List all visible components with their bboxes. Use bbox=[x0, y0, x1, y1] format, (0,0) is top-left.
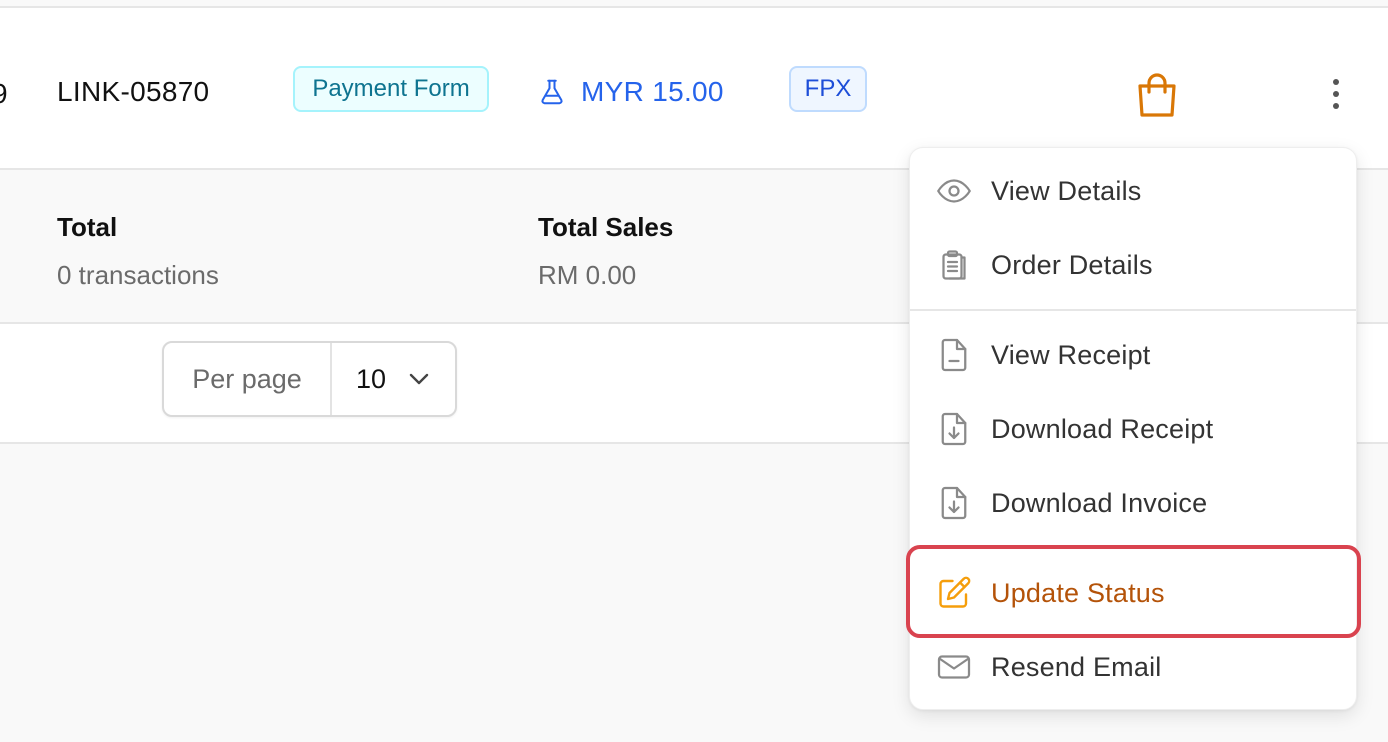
menu-divider bbox=[910, 309, 1356, 311]
file-text-icon bbox=[934, 335, 974, 375]
menu-item-resend-email[interactable]: Resend Email bbox=[910, 637, 1356, 697]
shopping-bag-icon bbox=[1138, 73, 1176, 117]
menu-item-download-receipt[interactable]: Download Receipt bbox=[910, 399, 1356, 459]
clipboard-list-icon bbox=[934, 245, 974, 285]
file-download-icon bbox=[934, 409, 974, 449]
type-badge: Payment Form bbox=[293, 66, 489, 112]
menu-item-view-receipt[interactable]: View Receipt bbox=[910, 325, 1356, 385]
menu-item-label: View Receipt bbox=[991, 339, 1151, 370]
menu-item-order-details[interactable]: Order Details bbox=[910, 235, 1356, 295]
per-page-value: 10 bbox=[356, 363, 387, 394]
eye-icon bbox=[934, 171, 974, 211]
total-value: 0 transactions bbox=[57, 260, 219, 290]
menu-item-label: View Details bbox=[991, 175, 1142, 206]
envelope-icon bbox=[934, 647, 974, 687]
menu-item-label: Download Invoice bbox=[991, 487, 1208, 518]
link-id: LINK-05870 bbox=[57, 76, 210, 107]
per-page-control: Per page 10 bbox=[162, 341, 457, 417]
amount-cell: MYR 15.00 bbox=[537, 72, 724, 112]
total-sales-label: Total Sales bbox=[538, 212, 674, 242]
per-page-select[interactable]: 10 bbox=[332, 343, 455, 415]
per-page-label: Per page bbox=[164, 343, 332, 415]
file-download-icon bbox=[934, 483, 974, 523]
menu-item-label: Download Receipt bbox=[991, 413, 1214, 444]
row-actions-kebab-icon[interactable] bbox=[1322, 74, 1350, 114]
flask-icon bbox=[541, 79, 563, 105]
row-cut-off-cell: 9 bbox=[0, 78, 8, 110]
amount-value: MYR 15.00 bbox=[581, 76, 724, 107]
payment-method-badge: FPX bbox=[789, 66, 867, 112]
menu-item-label: Order Details bbox=[991, 249, 1153, 280]
menu-item-download-invoice[interactable]: Download Invoice bbox=[910, 473, 1356, 533]
total-sales-value: RM 0.00 bbox=[538, 260, 637, 290]
table-row[interactable]: 9 LINK-05870 Payment Form MYR 15.00 FPX bbox=[0, 8, 1388, 170]
chevron-down-icon bbox=[409, 373, 429, 385]
menu-item-view-details[interactable]: View Details bbox=[910, 161, 1356, 221]
highlight-box bbox=[906, 545, 1361, 638]
total-label: Total bbox=[57, 212, 118, 242]
menu-item-label: Resend Email bbox=[991, 651, 1162, 682]
